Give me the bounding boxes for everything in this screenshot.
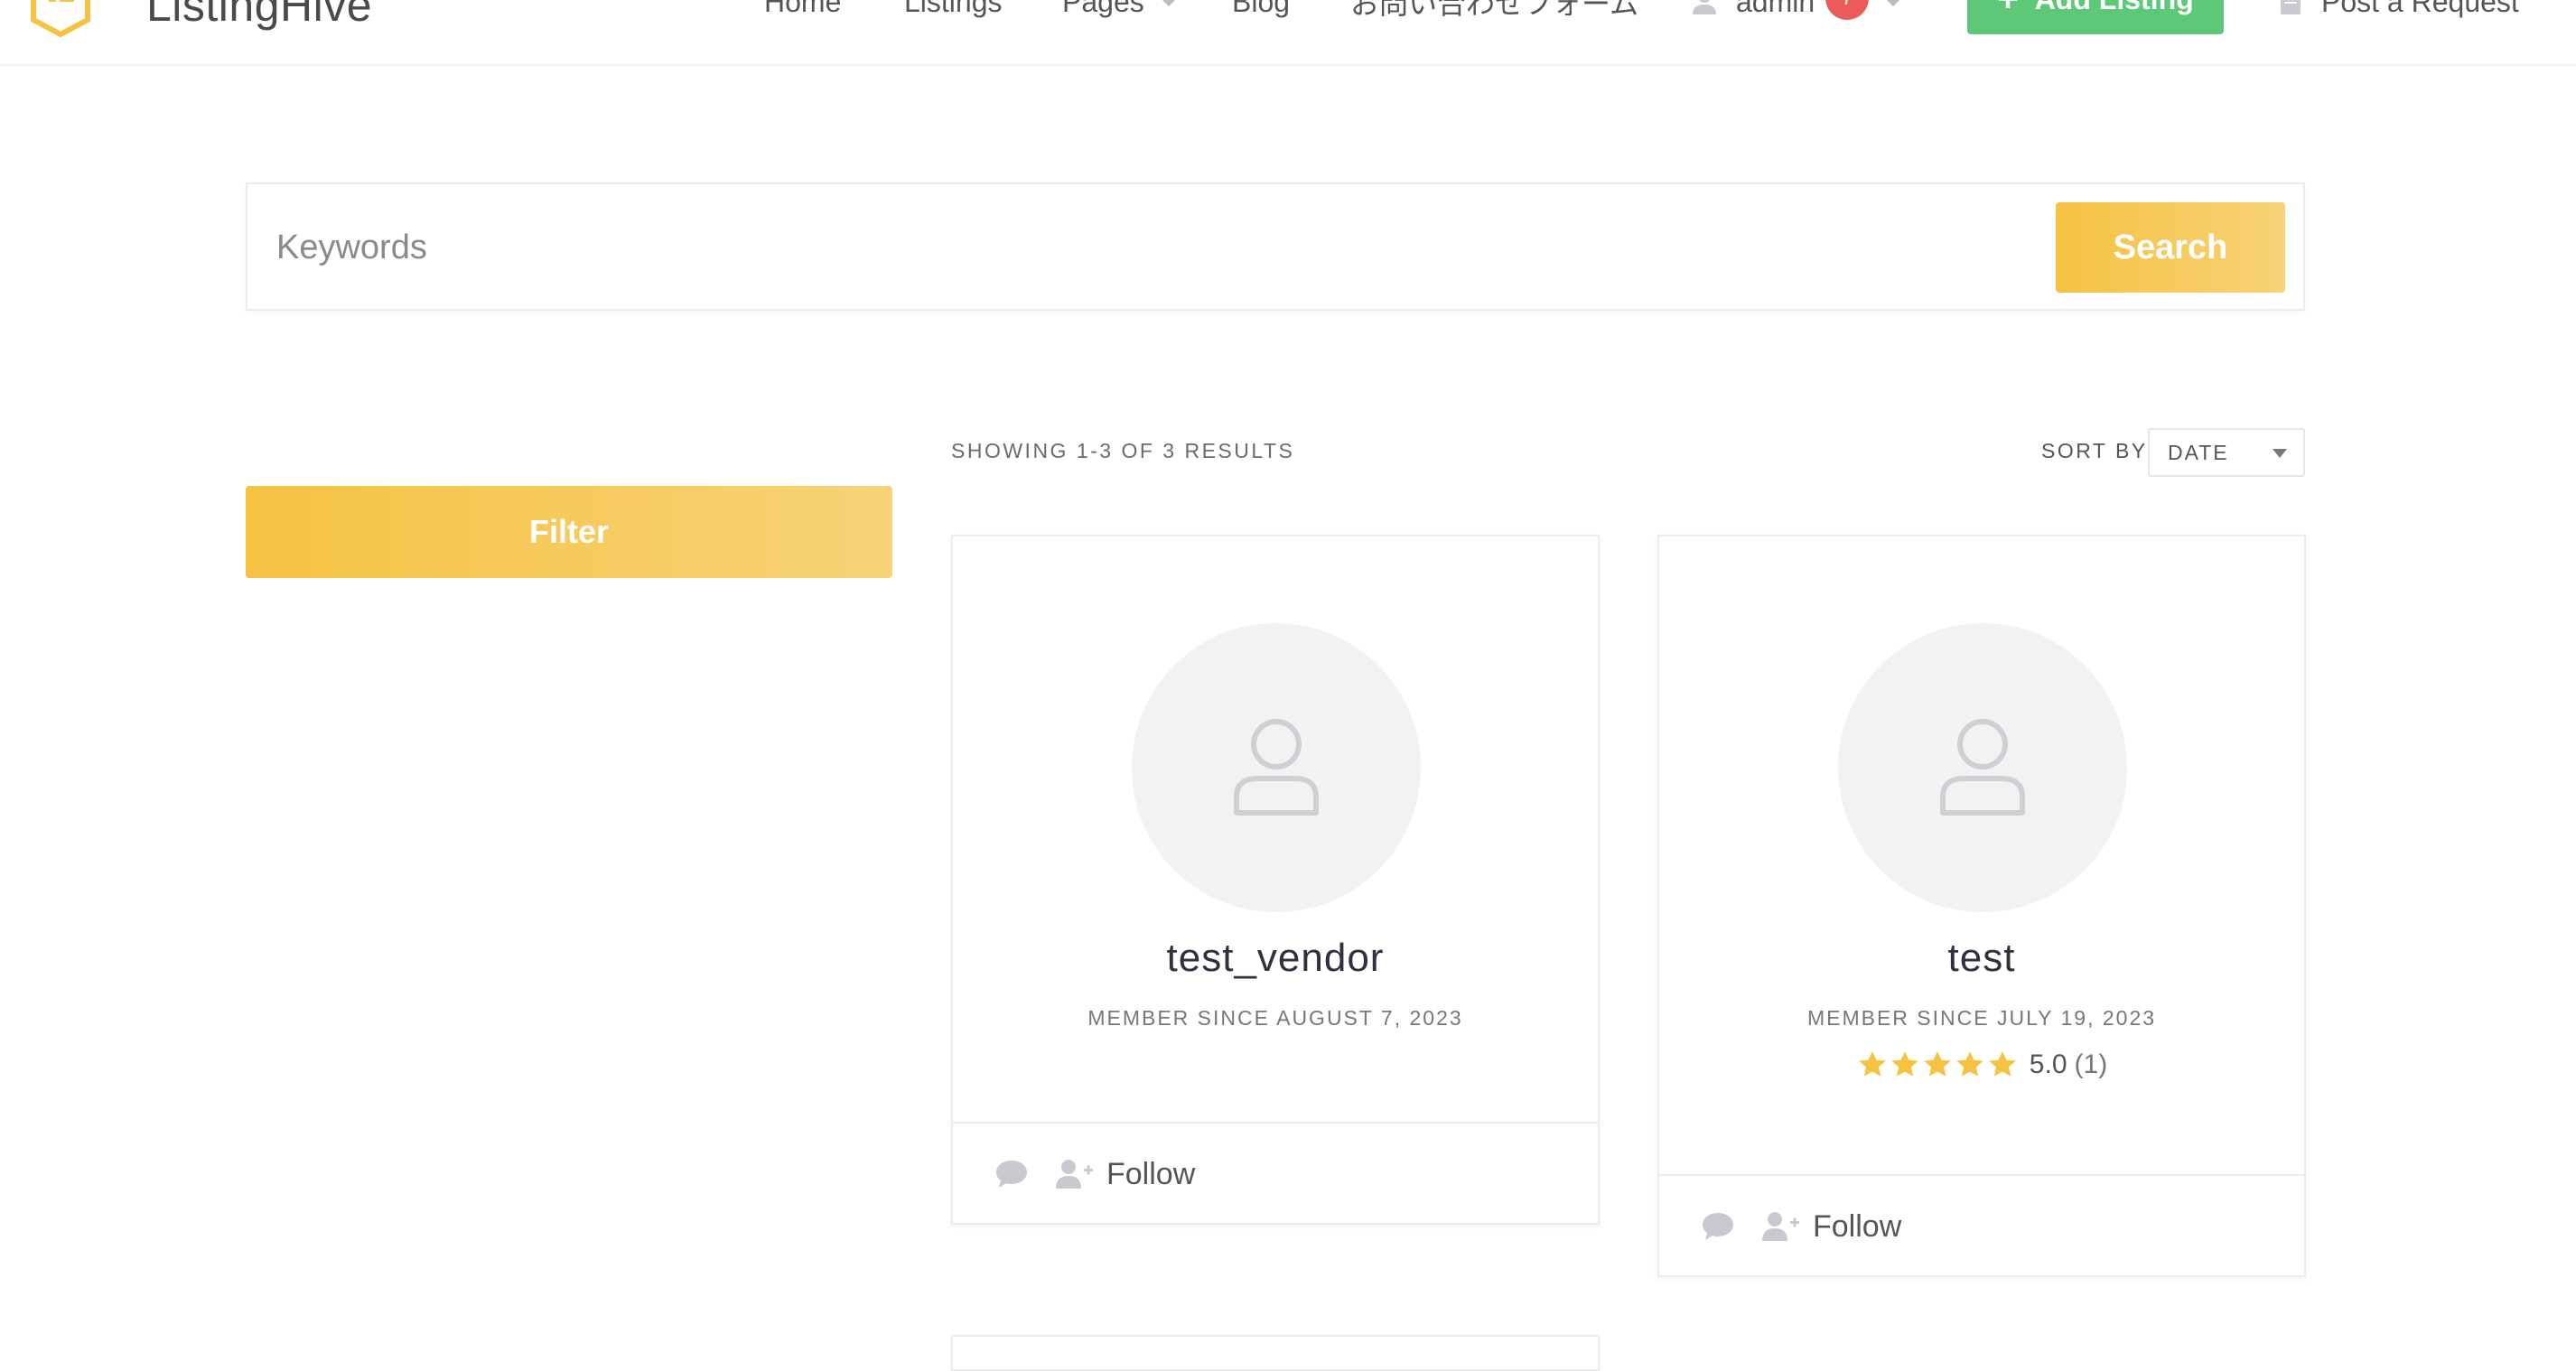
nav-pages-label: Pages [1062,0,1144,18]
vendor-card: test MEMBER SINCE JULY 19, 2023 5.0 (1) … [1657,535,2306,1277]
site-header: ListingHive Home Listings Pages Blog お問い… [0,0,2576,66]
add-listing-label: Add Listing [2035,0,2194,16]
message-icon[interactable] [994,1159,1029,1189]
message-icon[interactable] [1701,1211,1735,1242]
vendor-card [951,1335,1600,1371]
site-logo[interactable]: ListingHive [31,0,372,42]
user-name: admin [1736,0,1815,18]
nav-listings[interactable]: Listings [904,0,1003,20]
star-rating [1856,1049,2019,1080]
user-icon [1693,0,1716,14]
logo-text: ListingHive [146,0,373,31]
logo-hex-icon [31,0,90,37]
nav-contact-form[interactable]: お問い合わせフォーム [1350,0,1638,20]
star-icon [1924,1051,1951,1077]
vendor-name[interactable]: test_vendor [953,936,1598,981]
nav-blog[interactable]: Blog [1232,0,1290,20]
plus-icon: + [1997,0,2018,20]
post-request-link[interactable]: Post a Request [2280,0,2519,20]
follow-button[interactable]: Follow [1106,1157,1195,1192]
vendor-name[interactable]: test [1659,936,2304,981]
add-listing-button[interactable]: + Add Listing [1967,0,2224,34]
star-icon [1859,1051,1886,1077]
star-icon [1956,1051,1983,1077]
card-actions: Follow [953,1122,1598,1225]
chevron-down-icon [1160,0,1177,6]
sort-value: DATE [2168,441,2229,464]
user-placeholder-icon [1940,719,2025,816]
avatar[interactable] [1838,623,2127,912]
sort-select[interactable]: DATE [2148,428,2305,477]
user-menu[interactable]: admin 7 [1691,0,1902,20]
rating: 5.0 (1) [1659,1049,2304,1080]
search-button[interactable]: Search [2056,202,2285,293]
document-icon [2281,0,2301,14]
search-bar: Search [246,182,2305,311]
nav-blog-label: Blog [1232,0,1291,18]
user-plus-icon[interactable] [1760,1210,1800,1243]
member-since: MEMBER SINCE JULY 19, 2023 [1806,1006,2157,1030]
follow-button[interactable]: Follow [1813,1209,1901,1245]
chevron-down-icon [1885,0,1902,6]
nav-home[interactable]: Home [764,0,841,20]
nav-contact-label: お問い合わせフォーム [1350,0,1639,20]
star-icon [1891,1051,1918,1077]
rating-value: 5.0 [2029,1049,2067,1079]
vendor-card: test_vendor MEMBER SINCE AUGUST 7, 2023 … [951,535,1600,1225]
rating-count: (1) [2074,1049,2108,1079]
card-actions: Follow [1659,1174,2304,1277]
nav-pages[interactable]: Pages [1062,0,1177,20]
star-icon [1989,1051,2016,1077]
user-plus-icon[interactable] [1054,1158,1094,1190]
nav-home-label: Home [764,0,842,18]
filter-button[interactable]: Filter [246,486,892,578]
nav-listings-label: Listings [904,0,1003,18]
notification-badge: 7 [1825,0,1870,20]
post-request-label: Post a Request [2321,0,2519,18]
results-count: SHOWING 1-3 OF 3 RESULTS [951,439,1295,462]
chevron-down-icon [2273,449,2287,458]
avatar[interactable] [1132,623,1421,912]
user-placeholder-icon [1234,719,1319,816]
member-since: MEMBER SINCE AUGUST 7, 2023 [1087,1006,1463,1030]
keywords-input[interactable] [275,215,2081,280]
sort-label: SORT BY [2041,439,2148,462]
